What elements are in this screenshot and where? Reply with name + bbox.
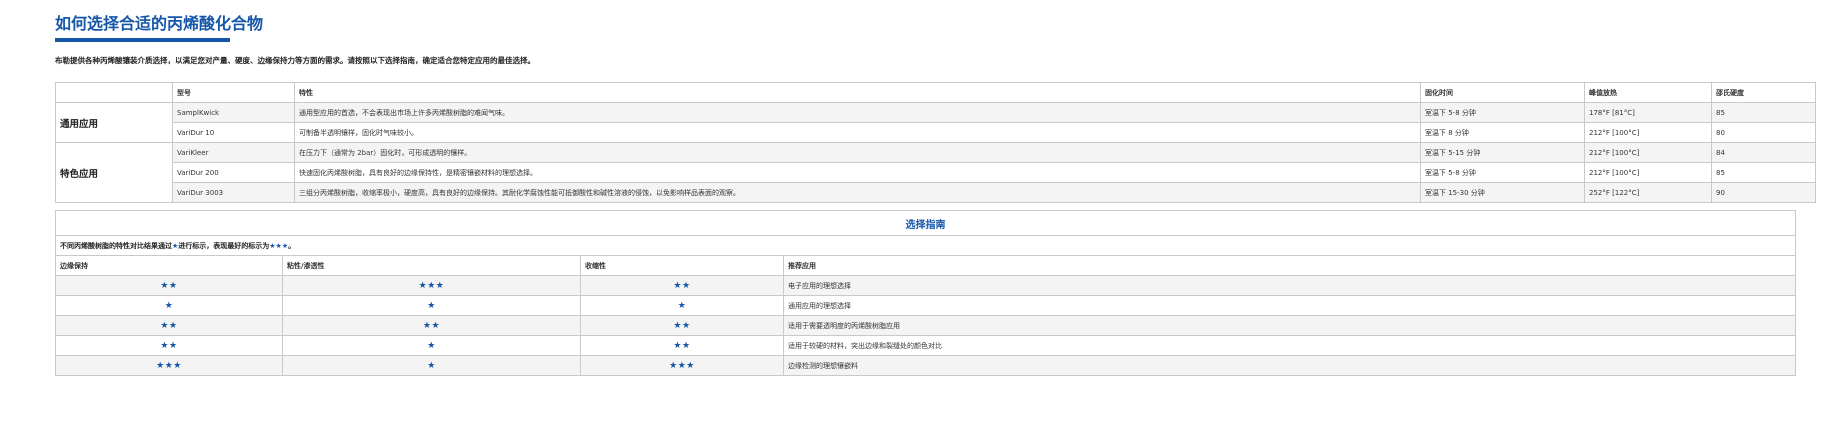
edge-rating: ★★★ xyxy=(55,355,283,376)
viscosity-rating: ★ xyxy=(282,335,581,356)
product-cure-time: 室温下 8 分钟 xyxy=(1420,122,1585,143)
guide-title: 选择指南 xyxy=(55,210,1796,236)
guide-note-middle: 进行标示，表现最好的标示为 xyxy=(178,241,270,250)
product-model: SamplKwick xyxy=(172,102,295,123)
guide-row: ★★ ★★★ ★★ 电子应用的理想选择 xyxy=(55,275,1796,296)
group-label-general: 通用应用 xyxy=(55,102,173,143)
product-feature: 在压力下（通常为 2bar）固化时，可形成透明的镶样。 xyxy=(294,142,1421,163)
product-hardness: 85 xyxy=(1711,162,1816,183)
selection-guide-table: 选择指南 不同丙烯酸树脂的特性对比结果通过★进行标示，表现最好的标示为★★★。 … xyxy=(55,210,1796,376)
product-exotherm: 212°F [100°C] xyxy=(1584,162,1712,183)
guide-note-row: 不同丙烯酸树脂的特性对比结果通过★进行标示，表现最好的标示为★★★。 xyxy=(55,235,1796,256)
product-feature: 通用型应用的首选，不会表现出市场上许多丙烯酸树脂的难闻气味。 xyxy=(294,102,1421,123)
guide-note: 不同丙烯酸树脂的特性对比结果通过★进行标示，表现最好的标示为★★★。 xyxy=(55,235,1796,256)
product-row: VariDur 10 可制备半透明镶样，固化时气味较小。 室温下 8 分钟 21… xyxy=(56,122,1816,143)
edge-rating: ★★ xyxy=(55,275,283,296)
product-hardness: 80 xyxy=(1711,122,1816,143)
product-row: 特色应用 VariKleer 在压力下（通常为 2bar）固化时，可形成透明的镶… xyxy=(55,142,1816,203)
product-exotherm: 212°F [100°C] xyxy=(1584,122,1712,143)
product-feature: 快速固化丙烯酸树脂，具有良好的边缘保持性，是精密镶嵌材料的理想选择。 xyxy=(294,162,1421,183)
header-shrinkage: 收缩性 xyxy=(580,255,784,276)
recommended-application: 通用应用的理想选择 xyxy=(783,295,1796,316)
product-row: VariDur 3003 三组分丙烯酸树脂，收缩率极小，硬度高，具有良好的边缘保… xyxy=(56,182,1816,203)
header-cure-time: 固化时间 xyxy=(1420,82,1585,103)
edge-rating: ★★ xyxy=(55,315,283,336)
header-hardness: 邵氏硬度 xyxy=(1711,82,1816,103)
page-title: 如何选择合适的丙烯酸化合物 xyxy=(55,14,264,33)
products-table: 型号 特性 固化时间 峰值放热 邵氏硬度 通用应用 SamplKwick 通用型… xyxy=(55,82,1816,203)
recommended-application: 适用于较硬的材料，突出边缘和裂缝处的颜色对比 xyxy=(783,335,1796,356)
product-hardness: 90 xyxy=(1711,182,1816,203)
guide-row: ★ ★ ★ 通用应用的理想选择 xyxy=(55,295,1796,316)
recommended-application: 适用于需要透明度的丙烯酸树脂应用 xyxy=(783,315,1796,336)
product-cure-time: 室温下 5-8 分钟 xyxy=(1420,162,1585,183)
recommended-application: 电子应用的理想选择 xyxy=(783,275,1796,296)
product-feature: 三组分丙烯酸树脂，收缩率极小，硬度高，具有良好的边缘保持。其耐化学腐蚀性能可抵御… xyxy=(294,182,1421,203)
product-model: VariKleer xyxy=(172,142,295,163)
star-rating-icon: ★★★ xyxy=(269,241,289,250)
recommended-application: 边缘检测的理想镶嵌料 xyxy=(783,355,1796,376)
guide-row: ★★ ★ ★★ 适用于较硬的材料，突出边缘和裂缝处的颜色对比 xyxy=(55,335,1796,356)
group-label-special: 特色应用 xyxy=(55,142,173,203)
guide-row: ★★ ★★ ★★ 适用于需要透明度的丙烯酸树脂应用 xyxy=(55,315,1796,336)
intro-text: 布勒提供各种丙烯酸镶装介质选择，以满足您对产量、硬度、边缘保持力等方面的需求。请… xyxy=(55,56,535,65)
product-cure-time: 室温下 5-15 分钟 xyxy=(1420,142,1585,163)
product-hardness: 84 xyxy=(1711,142,1816,163)
product-hardness: 85 xyxy=(1711,102,1816,123)
header-model: 型号 xyxy=(172,82,295,103)
products-header-row: 型号 特性 固化时间 峰值放热 邵氏硬度 xyxy=(55,82,1816,103)
product-feature: 可制备半透明镶样，固化时气味较小。 xyxy=(294,122,1421,143)
header-group xyxy=(55,82,173,103)
shrinkage-rating: ★★ xyxy=(580,315,784,336)
shrinkage-rating: ★★★ xyxy=(580,355,784,376)
product-model: VariDur 200 xyxy=(172,162,295,183)
shrinkage-rating: ★★ xyxy=(580,335,784,356)
guide-header-row: 边缘保持 粘性/渗透性 收缩性 推荐应用 xyxy=(55,255,1796,276)
viscosity-rating: ★ xyxy=(282,355,581,376)
viscosity-rating: ★★★ xyxy=(282,275,581,296)
header-feature: 特性 xyxy=(294,82,1421,103)
edge-rating: ★ xyxy=(55,295,283,316)
header-exotherm: 峰值放热 xyxy=(1584,82,1712,103)
guide-row: ★★★ ★ ★★★ 边缘检测的理想镶嵌料 xyxy=(55,355,1796,376)
product-exotherm: 252°F [122°C] xyxy=(1584,182,1712,203)
product-model: VariDur 10 xyxy=(172,122,295,143)
viscosity-rating: ★ xyxy=(282,295,581,316)
product-cure-time: 室温下 5-8 分钟 xyxy=(1420,102,1585,123)
title-underline xyxy=(55,38,230,42)
shrinkage-rating: ★★ xyxy=(580,275,784,296)
product-cure-time: 室温下 15-30 分钟 xyxy=(1420,182,1585,203)
product-exotherm: 178°F [81°C] xyxy=(1584,102,1712,123)
viscosity-rating: ★★ xyxy=(282,315,581,336)
product-row: 通用应用 SamplKwick 通用型应用的首选，不会表现出市场上许多丙烯酸树脂… xyxy=(55,102,1816,143)
header-edge-retention: 边缘保持 xyxy=(55,255,283,276)
shrinkage-rating: ★ xyxy=(580,295,784,316)
header-viscosity: 粘性/渗透性 xyxy=(282,255,581,276)
edge-rating: ★★ xyxy=(55,335,283,356)
guide-note-end: 。 xyxy=(288,241,296,250)
header-recommended-application: 推荐应用 xyxy=(783,255,1796,276)
guide-note-prefix: 不同丙烯酸树脂的特性对比结果通过 xyxy=(60,241,172,250)
product-exotherm: 212°F [100°C] xyxy=(1584,142,1712,163)
product-model: VariDur 3003 xyxy=(172,182,295,203)
guide-title-row: 选择指南 xyxy=(55,210,1796,236)
product-row: VariDur 200 快速固化丙烯酸树脂，具有良好的边缘保持性，是精密镶嵌材料… xyxy=(56,162,1816,183)
